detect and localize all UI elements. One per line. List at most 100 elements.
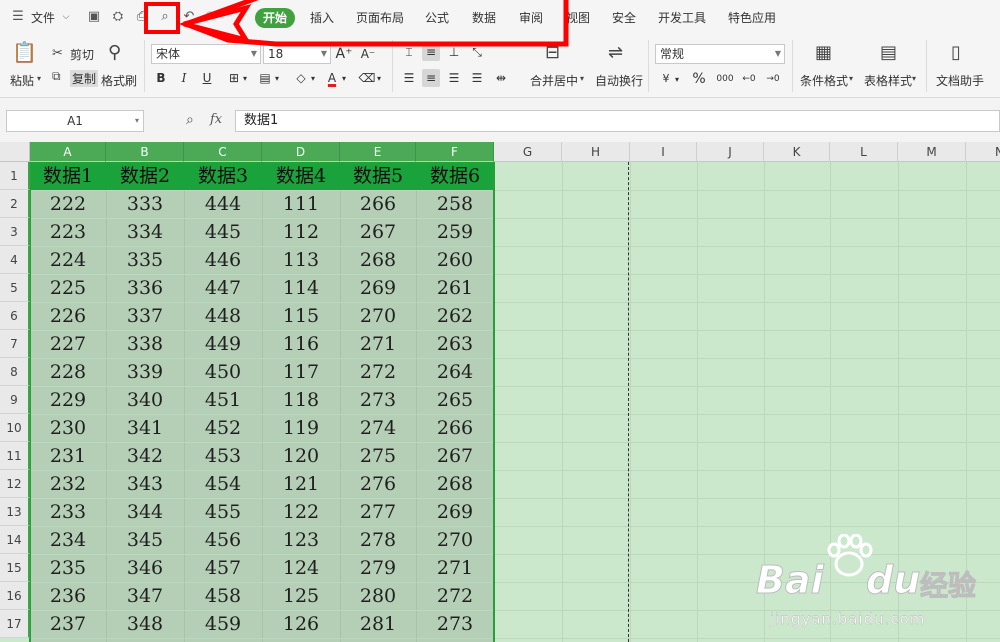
table-cell[interactable]: 339 xyxy=(106,358,184,386)
align-middle-icon[interactable]: ≡ xyxy=(422,43,440,61)
row-header-9[interactable]: 9 xyxy=(0,386,30,414)
tab-formulas[interactable]: 公式 xyxy=(425,9,449,26)
table-cell[interactable]: 266 xyxy=(416,414,494,442)
table-cell[interactable]: 265 xyxy=(416,386,494,414)
merge-center-icon[interactable]: ⊟ xyxy=(545,42,560,63)
table-cell[interactable]: 277 xyxy=(340,498,416,526)
table-cell[interactable]: 451 xyxy=(184,386,262,414)
table-cell[interactable]: 334 xyxy=(106,218,184,246)
copy-button[interactable]: 复制 xyxy=(70,70,99,87)
format-painter-button[interactable]: 格式刷 xyxy=(101,72,137,89)
table-cell[interactable]: 446 xyxy=(184,246,262,274)
align-left-icon[interactable]: ☰ xyxy=(400,69,418,87)
doc-assistant-icon[interactable]: ▯ xyxy=(951,42,961,63)
table-cell[interactable]: 112 xyxy=(262,218,340,246)
row-header-10[interactable]: 10 xyxy=(0,414,30,442)
table-cell[interactable]: 344 xyxy=(106,498,184,526)
dropdown-arrow-icon[interactable]: ▾ xyxy=(308,70,318,88)
table-cell[interactable]: 116 xyxy=(262,330,340,358)
column-header-d[interactable]: D xyxy=(262,142,340,162)
table-cell[interactable]: 453 xyxy=(184,442,262,470)
row-header-3[interactable]: 3 xyxy=(0,218,30,246)
table-cell[interactable]: 117 xyxy=(262,358,340,386)
column-header-j[interactable]: J xyxy=(697,142,764,162)
table-cell[interactable]: 235 xyxy=(30,554,106,582)
column-header-n[interactable]: N xyxy=(966,142,1000,162)
table-cell[interactable]: 348 xyxy=(106,610,184,638)
table-cell[interactable]: 457 xyxy=(184,554,262,582)
table-cell[interactable]: 267 xyxy=(340,218,416,246)
table-cell[interactable]: 264 xyxy=(416,358,494,386)
table-cell[interactable]: 222 xyxy=(30,190,106,218)
table-cell[interactable]: 275 xyxy=(340,442,416,470)
row-header-4[interactable]: 4 xyxy=(0,246,30,274)
column-header-h[interactable]: H xyxy=(562,142,630,162)
formula-input[interactable]: 数据1 xyxy=(235,110,1000,132)
column-header-l[interactable]: L xyxy=(830,142,898,162)
align-top-icon[interactable]: ⌶ xyxy=(400,43,418,61)
tab-page-layout[interactable]: 页面布局 xyxy=(356,9,404,26)
save-icon[interactable]: ▣ xyxy=(86,9,102,25)
align-bottom-icon[interactable]: ⊥ xyxy=(445,43,463,61)
file-menu[interactable]: 文件 xyxy=(31,9,55,26)
table-cell[interactable]: 115 xyxy=(262,302,340,330)
table-cell[interactable]: 223 xyxy=(30,218,106,246)
table-cell[interactable]: 263 xyxy=(416,330,494,358)
table-cell[interactable]: 121 xyxy=(262,470,340,498)
table-cell[interactable]: 333 xyxy=(106,190,184,218)
table-cell[interactable]: 262 xyxy=(416,302,494,330)
dropdown-arrow-icon[interactable]: ▾ xyxy=(374,70,384,88)
table-cell[interactable]: 346 xyxy=(106,554,184,582)
tab-review[interactable]: 审阅 xyxy=(519,9,543,26)
table-cell[interactable]: 123 xyxy=(262,526,340,554)
table-cell[interactable]: 120 xyxy=(262,442,340,470)
increase-font-icon[interactable]: A⁺ xyxy=(335,45,353,63)
tab-security[interactable]: 安全 xyxy=(612,9,636,26)
conditional-format-button[interactable]: 条件格式 xyxy=(800,72,848,89)
orientation-icon[interactable]: ⤡ xyxy=(468,43,486,61)
table-cell[interactable]: 342 xyxy=(106,442,184,470)
table-cell[interactable]: 266 xyxy=(340,190,416,218)
table-cell[interactable]: 230 xyxy=(30,414,106,442)
dropdown-arrow-icon[interactable]: ▾ xyxy=(339,70,349,88)
column-header-e[interactable]: E xyxy=(340,142,416,162)
tab-insert[interactable]: 插入 xyxy=(310,9,334,26)
table-cell[interactable]: 274 xyxy=(340,414,416,442)
table-cell[interactable]: 125 xyxy=(262,582,340,610)
table-cell[interactable]: 228 xyxy=(30,358,106,386)
table-cell[interactable]: 447 xyxy=(184,274,262,302)
dropdown-arrow-icon[interactable]: ▾ xyxy=(37,74,41,83)
dropdown-arrow-icon[interactable]: ▾ xyxy=(672,71,682,89)
font-size-select[interactable]: 18 ▼ xyxy=(263,44,331,64)
column-header-b[interactable]: B xyxy=(106,142,184,162)
row-header-8[interactable]: 8 xyxy=(0,358,30,386)
undo-icon[interactable]: ↶ xyxy=(181,9,197,25)
tab-data[interactable]: 数据 xyxy=(472,9,496,26)
table-cell[interactable]: 122 xyxy=(262,498,340,526)
decrease-decimal-icon[interactable]: →0 xyxy=(764,70,782,88)
header-cell[interactable]: 数据5 xyxy=(340,162,416,190)
font-name-select[interactable]: 宋体 ▼ xyxy=(151,44,261,64)
table-cell[interactable]: 340 xyxy=(106,386,184,414)
table-cell[interactable]: 273 xyxy=(416,610,494,638)
name-box[interactable]: A1 ▾ xyxy=(6,110,144,132)
row-header-14[interactable]: 14 xyxy=(0,526,30,554)
decrease-font-icon[interactable]: A⁻ xyxy=(359,45,377,63)
table-cell[interactable]: 272 xyxy=(340,358,416,386)
table-cell[interactable]: 271 xyxy=(340,330,416,358)
table-cell[interactable]: 268 xyxy=(340,246,416,274)
merge-center-button[interactable]: 合并居中 xyxy=(530,72,578,89)
table-cell[interactable]: 343 xyxy=(106,470,184,498)
chevron-down-icon[interactable]: ⌵ xyxy=(58,9,74,25)
table-cell[interactable]: 119 xyxy=(262,414,340,442)
paste-icon[interactable]: 📋 xyxy=(12,40,37,64)
print-icon[interactable]: ⎙ xyxy=(134,9,150,25)
table-cell[interactable]: 269 xyxy=(416,498,494,526)
tab-home[interactable]: 开始 xyxy=(255,8,295,28)
table-cell[interactable]: 260 xyxy=(416,246,494,274)
distributed-icon[interactable]: ⇹ xyxy=(492,69,510,87)
table-cell[interactable]: 268 xyxy=(416,470,494,498)
table-cell[interactable]: 118 xyxy=(262,386,340,414)
bold-button[interactable]: B xyxy=(152,69,170,87)
table-cell[interactable]: 236 xyxy=(30,582,106,610)
